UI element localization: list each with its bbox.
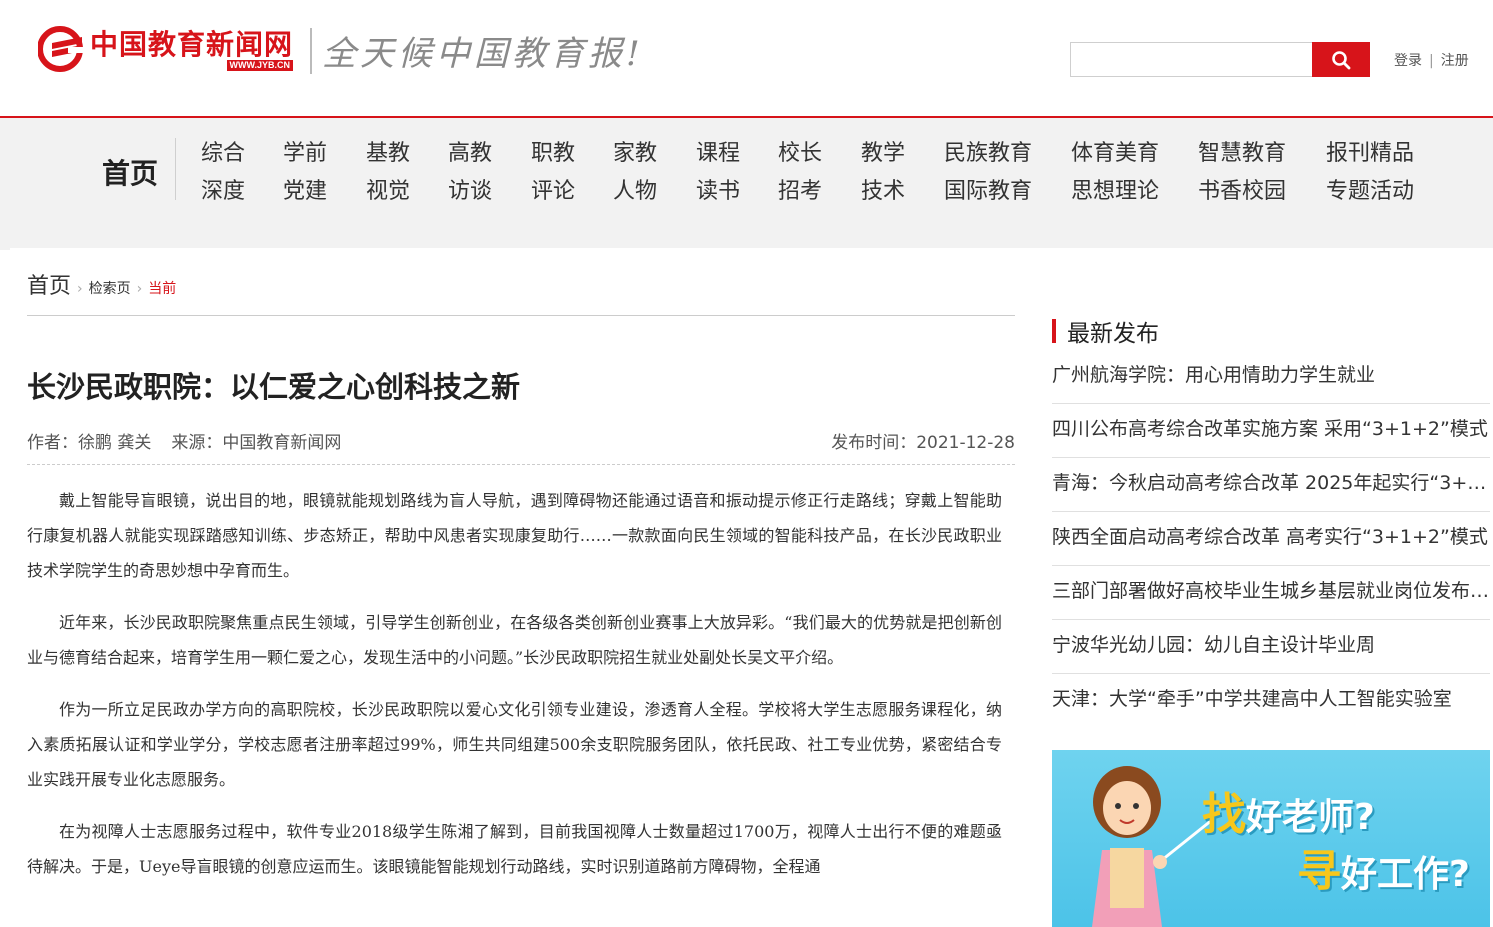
nav-item[interactable]: 技术 [861,173,905,205]
article-paragraph: 戴上智能导盲眼镜，说出目的地，眼镜就能规划路线为盲人导航，遇到障碍物还能通过语音… [27,491,1002,580]
nav-item[interactable]: 访谈 [448,173,492,205]
main-nav: 首页 综合 学前 基教 高教 职教 家教 课程 校长 教学 民族教育 体育美育 … [0,116,1493,218]
nav-divider [175,138,176,200]
news-list-item[interactable]: 天津：大学“牵手”中学共建高中人工智能实验室 [1052,674,1490,728]
article-source: 来源：中国教育新闻网 [171,433,342,453]
news-list-item[interactable]: 广州航海学院：用心用情助力学生就业 [1052,350,1490,404]
news-list-item[interactable]: 青海：今秋启动高考综合改革 2025年起实行“3+1+2” [1052,458,1490,512]
logo-url: WWW.JYB.CN [226,59,294,71]
nav-item[interactable]: 人物 [613,173,657,205]
breadcrumb-current: 当前 [148,281,177,297]
site-logo[interactable]: 中国教育新闻网 WWW.JYB.CN [38,24,300,74]
login-link[interactable]: 登录 [1394,53,1422,69]
search-box [1070,42,1312,77]
nav-item[interactable]: 招考 [778,173,822,205]
recruitment-ad-banner[interactable]: 找好老师? 寻好工作? [1052,750,1490,927]
nav-item[interactable]: 报刊精品 [1326,135,1414,167]
nav-item[interactable]: 基教 [366,135,410,167]
chevron-right-icon: › [77,281,83,297]
heading-accent-bar [1052,319,1056,343]
site-header: 中国教育新闻网 WWW.JYB.CN 全天候中国教育报! 登录 | 注册 [0,0,1493,116]
news-list-item[interactable]: 四川公布高考综合改革实施方案 采用“3+1+2”模式 [1052,404,1490,458]
gray-band [0,218,1493,250]
nav-item[interactable]: 综合 [201,135,245,167]
user-links: 登录 | 注册 [1394,50,1469,70]
nav-item[interactable]: 校长 [778,135,822,167]
register-link[interactable]: 注册 [1441,53,1469,69]
teacher-illustration [1092,766,1212,927]
link-separator: | [1429,53,1434,69]
logo-name: 中国教育新闻网 [90,27,294,61]
search-input[interactable] [1071,43,1312,76]
article-paragraph: 在为视障人士志愿服务过程中，软件专业2018级学生陈湘了解到，目前我国视障人士数… [27,822,1002,876]
meta-divider [27,464,1015,465]
news-list-item[interactable]: 三部门部署做好高校毕业生城乡基层就业岗位发布工作 [1052,566,1490,620]
nav-item[interactable]: 体育美育 [1071,135,1159,167]
nav-item[interactable]: 职教 [531,135,575,167]
nav-home[interactable]: 首页 [102,152,158,192]
search-icon [1332,50,1351,69]
article-paragraph: 近年来，长沙民政职院聚焦重点民生领域，引导学生创新创业，在各级各类创新创业赛事上… [27,613,1002,667]
latest-news-list: 广州航海学院：用心用情助力学生就业 四川公布高考综合改革实施方案 采用“3+1+… [1052,350,1490,728]
sidebar-heading: 最新发布 [1052,314,1159,348]
logo-icon [38,25,86,73]
nav-item[interactable]: 书香校园 [1198,173,1286,205]
nav-item[interactable]: 读书 [696,173,740,205]
nav-item[interactable]: 教学 [861,135,905,167]
article-body: 戴上智能导盲眼镜，说出目的地，眼镜就能规划路线为盲人导航，遇到障碍物还能通过语音… [27,483,1002,901]
article-author: 作者：徐鹏 龚关 [27,433,152,453]
nav-item[interactable]: 评论 [531,173,575,205]
breadcrumb: 首页 › 检索页 › 当前 [27,268,176,300]
news-list-item[interactable]: 陕西全面启动高考综合改革 高考实行“3+1+2”模式 [1052,512,1490,566]
nav-item[interactable]: 智慧教育 [1198,135,1286,167]
article-paragraph: 作为一所立足民政办学方向的高职院校，长沙民政职院以爱心文化引领专业建设，渗透育人… [27,700,1002,789]
nav-item[interactable]: 家教 [613,135,657,167]
ad-headline-1: 找好老师? [1202,789,1375,840]
nav-item[interactable]: 专题活动 [1326,173,1414,205]
article-meta: 作者：徐鹏 龚关 来源：中国教育新闻网 [27,428,341,453]
nav-item[interactable]: 视觉 [366,173,410,205]
nav-item[interactable]: 党建 [283,173,327,205]
ad-headline-2: 寻好工作? [1297,846,1470,897]
search-button[interactable] [1312,42,1370,77]
logo-divider [310,28,312,74]
article-title: 长沙民政职院：以仁爱之心创科技之新 [27,370,521,404]
nav-item[interactable]: 民族教育 [944,135,1032,167]
breadcrumb-search[interactable]: 检索页 [89,278,131,298]
article-pubtime: 发布时间：2021-12-28 [831,433,1015,453]
site-slogan: 全天候中国教育报! [322,34,644,74]
content-top-edge [10,248,1493,250]
news-list-item[interactable]: 宁波华光幼儿园：幼儿自主设计毕业周 [1052,620,1490,674]
nav-item[interactable]: 国际教育 [944,173,1032,205]
breadcrumb-divider [27,315,1015,316]
breadcrumb-home[interactable]: 首页 [27,268,71,300]
sidebar-title: 最新发布 [1067,321,1159,347]
nav-item[interactable]: 高教 [448,135,492,167]
chevron-right-icon: › [136,281,143,297]
nav-item[interactable]: 课程 [696,135,740,167]
nav-item[interactable]: 深度 [201,173,245,205]
nav-item[interactable]: 思想理论 [1071,173,1159,205]
nav-item[interactable]: 学前 [283,135,327,167]
